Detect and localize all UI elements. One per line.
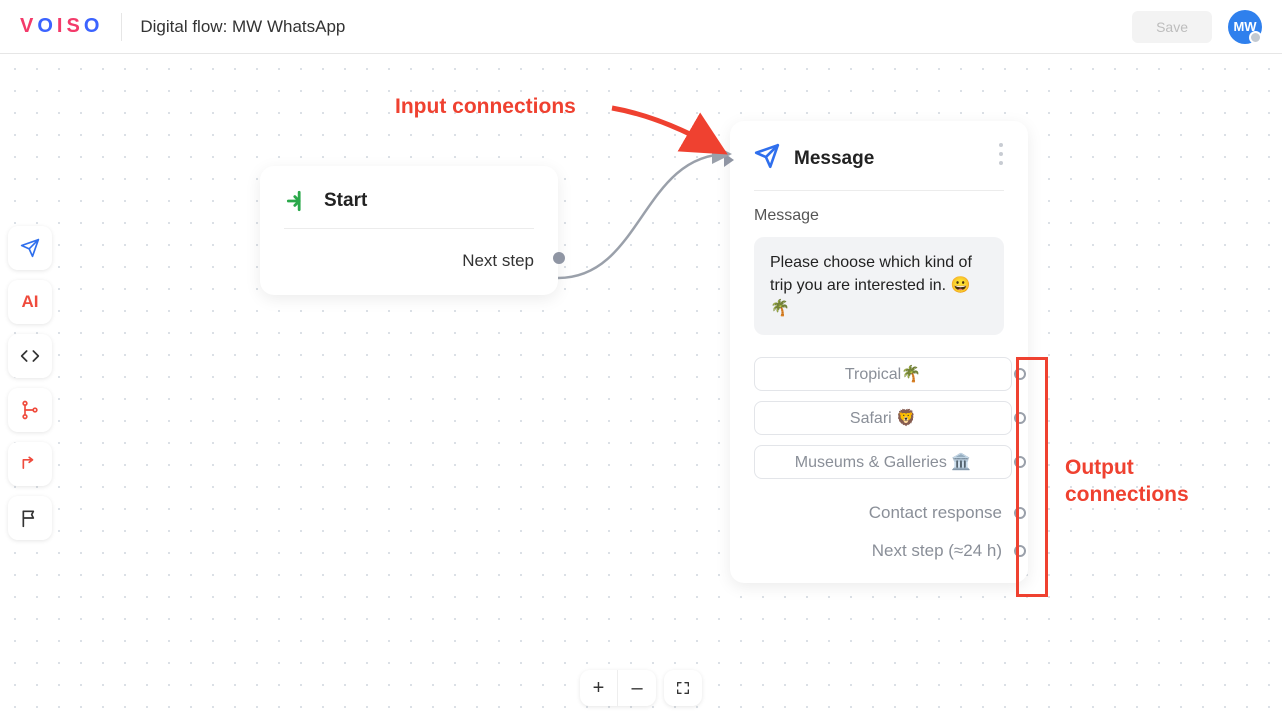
flag-tool[interactable] [8, 496, 52, 540]
avatar[interactable]: MW [1228, 10, 1262, 44]
fullscreen-icon [675, 680, 691, 696]
connection-start-to-message [552, 144, 742, 304]
flag-tool-icon [20, 508, 40, 528]
option-button-museums[interactable]: Museums & Galleries 🏛️ [754, 445, 1012, 479]
flow-canvas[interactable]: AI Input connections Output connections [0, 54, 1282, 720]
ai-tool[interactable]: AI [8, 280, 52, 324]
zoom-fit-button[interactable] [664, 670, 702, 706]
code-tool[interactable] [8, 334, 52, 378]
message-section-label: Message [754, 207, 1004, 225]
message-node[interactable]: Message Message Please choose which kind… [730, 121, 1028, 583]
message-bubble[interactable]: Please choose which kind of trip you are… [754, 237, 1004, 335]
option-button-safari[interactable]: Safari 🦁 [754, 401, 1012, 435]
message-tool[interactable] [8, 226, 52, 270]
tool-palette: AI [8, 226, 52, 540]
zoom-out-button[interactable]: – [618, 670, 656, 706]
annotation-input-arrow [608, 92, 738, 162]
message-tool-icon [20, 238, 40, 258]
output-contact-response-label: Contact response [869, 503, 1002, 522]
branch-tool-icon [20, 400, 40, 420]
message-node-icon [754, 143, 780, 174]
code-tool-icon [20, 346, 40, 366]
annotation-output-highlight [1016, 357, 1048, 597]
ai-tool-icon: AI [22, 292, 39, 312]
redirect-tool-icon [20, 454, 40, 474]
option-button-tropical[interactable]: Tropical🌴 [754, 357, 1012, 391]
annotation-output-label: Output connections [1065, 454, 1189, 509]
app-header: VOISO Digital flow: MW WhatsApp Save MW [0, 0, 1282, 54]
output-next-step-label: Next step (≈24 h) [872, 541, 1002, 560]
header-divider [121, 13, 122, 41]
message-node-menu[interactable] [992, 143, 1010, 165]
annotation-input-label: Input connections [395, 95, 576, 119]
zoom-in-button[interactable]: + [580, 670, 618, 706]
message-node-title: Message [794, 148, 874, 170]
save-button[interactable]: Save [1132, 11, 1212, 43]
start-node[interactable]: Start Next step [260, 166, 558, 295]
start-icon [284, 188, 310, 214]
flow-title: Digital flow: MW WhatsApp [140, 17, 345, 37]
start-node-title: Start [324, 190, 367, 212]
start-output-port[interactable] [553, 252, 565, 264]
zoom-controls: + – [580, 670, 702, 706]
start-next-step-label: Next step [462, 251, 534, 271]
logo: VOISO [20, 15, 103, 38]
redirect-tool[interactable] [8, 442, 52, 486]
branch-tool[interactable] [8, 388, 52, 432]
